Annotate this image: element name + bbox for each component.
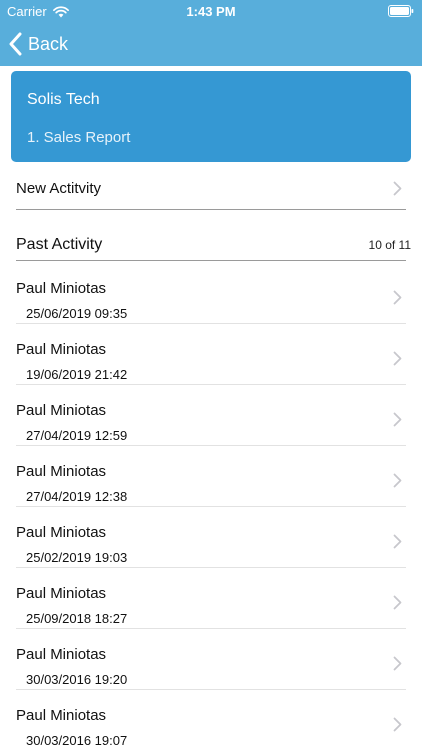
back-button[interactable]: Back	[8, 30, 68, 58]
activity-date: 19/06/2019 21:42	[26, 367, 128, 382]
activity-user-name: Paul Miniotas	[16, 646, 107, 663]
activity-count: 10 of 11	[368, 238, 411, 252]
back-label: Back	[28, 33, 69, 54]
activity-date: 27/04/2019 12:38	[26, 489, 128, 504]
activity-date: 25/02/2019 19:03	[26, 550, 128, 565]
new-activity-button[interactable]: New Actitvity	[16, 166, 406, 210]
activity-list: Paul Miniotas 25/06/2019 09:35 Paul Mini…	[16, 263, 422, 750]
chevron-right-icon	[393, 290, 402, 305]
activity-list-item[interactable]: Paul Miniotas 25/02/2019 19:03	[16, 507, 406, 568]
chevron-right-icon	[393, 181, 402, 196]
status-time: 1:43 PM	[186, 4, 236, 19]
chevron-right-icon	[393, 656, 402, 671]
activity-date: 30/03/2016 19:07	[26, 733, 128, 748]
activity-list-item[interactable]: Paul Miniotas 30/03/2016 19:20	[16, 629, 406, 690]
activity-user-name: Paul Miniotas	[16, 341, 107, 358]
header: Carrier 1:43 PM Back	[0, 0, 422, 66]
chevron-right-icon	[393, 412, 402, 427]
battery-icon	[388, 5, 414, 17]
activity-user-name: Paul Miniotas	[16, 402, 107, 419]
nav-bar: Back	[0, 22, 422, 66]
past-activity-header: Past Activity 10 of 11	[16, 226, 411, 261]
chevron-right-icon	[393, 351, 402, 366]
chevron-right-icon	[393, 534, 402, 549]
activity-list-item[interactable]: Paul Miniotas 30/03/2016 19:07	[16, 690, 406, 750]
chevron-left-icon	[9, 32, 22, 56]
activity-list-item[interactable]: Paul Miniotas 27/04/2019 12:38	[16, 446, 406, 507]
activity-screen: Carrier 1:43 PM Back Solis Tech 1. Sales…	[0, 0, 422, 750]
company-name: Solis Tech	[27, 91, 100, 108]
chevron-right-icon	[393, 473, 402, 488]
activity-user-name: Paul Miniotas	[16, 524, 107, 541]
new-activity-label: New Actitvity	[16, 180, 102, 197]
report-name: 1. Sales Report	[27, 129, 131, 146]
activity-list-item[interactable]: Paul Miniotas 19/06/2019 21:42	[16, 324, 406, 385]
activity-user-name: Paul Miniotas	[16, 707, 107, 724]
chevron-right-icon	[393, 595, 402, 610]
activity-date: 25/06/2019 09:35	[26, 306, 128, 321]
chevron-right-icon	[393, 717, 402, 732]
status-bar: Carrier 1:43 PM	[0, 0, 422, 22]
activity-list-item[interactable]: Paul Miniotas 27/04/2019 12:59	[16, 385, 406, 446]
activity-list-item[interactable]: Paul Miniotas 25/06/2019 09:35	[16, 263, 406, 324]
activity-date: 30/03/2016 19:20	[26, 672, 128, 687]
activity-user-name: Paul Miniotas	[16, 463, 107, 480]
activity-date: 25/09/2018 18:27	[26, 611, 128, 626]
past-activity-title: Past Activity	[16, 236, 103, 253]
activity-date: 27/04/2019 12:59	[26, 428, 128, 443]
activity-list-item[interactable]: Paul Miniotas 25/09/2018 18:27	[16, 568, 406, 629]
company-card: Solis Tech 1. Sales Report	[11, 71, 411, 162]
activity-user-name: Paul Miniotas	[16, 280, 107, 297]
activity-user-name: Paul Miniotas	[16, 585, 107, 602]
